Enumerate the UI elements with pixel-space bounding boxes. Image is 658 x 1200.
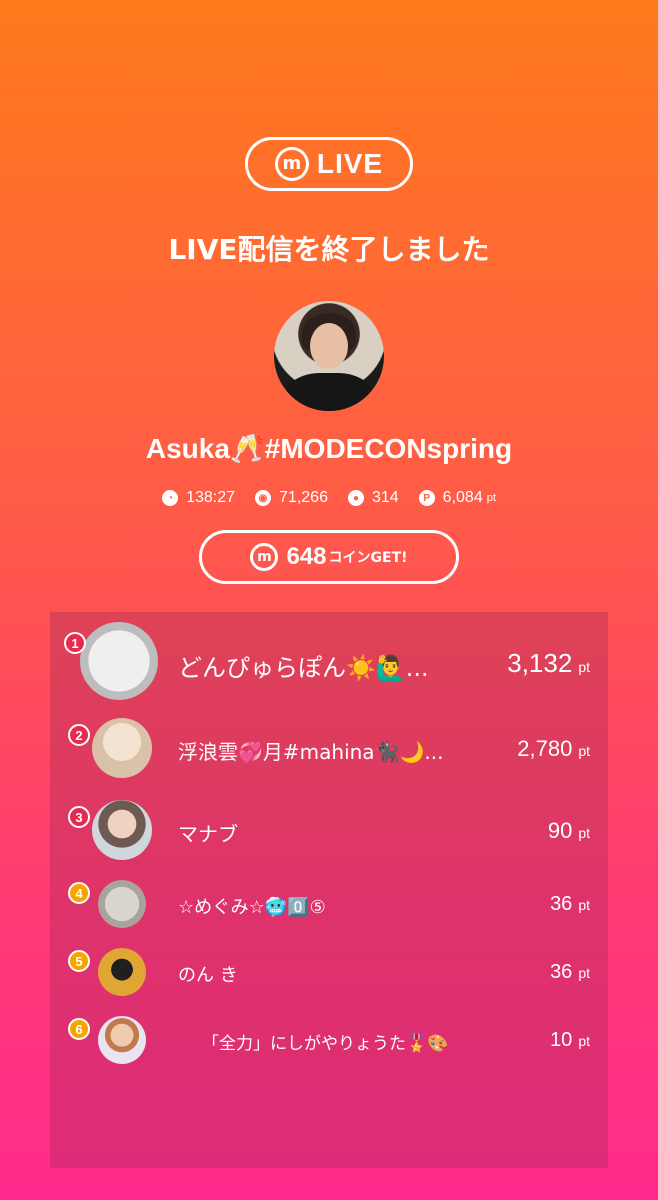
streamer-name: Asuka🥂#MODECONspring bbox=[145, 433, 513, 464]
rank-badge: 2 bbox=[68, 724, 90, 746]
ranking-row[interactable]: 6 「全力」にしがやりょうた🎖️🎨 10 pt bbox=[50, 1016, 608, 1064]
coin-amount: 648 bbox=[286, 543, 327, 570]
rank-name: 「全力」にしがやりょうた🎖️🎨 bbox=[202, 1034, 449, 1054]
avatar bbox=[98, 880, 146, 928]
points-unit: pt bbox=[578, 825, 590, 841]
points-unit: pt bbox=[578, 659, 590, 675]
coin-icon: m bbox=[250, 543, 279, 571]
ranking-row[interactable]: 2 浮浪雲💞月#mahina🐈‍⬛🌙... 2,780 pt bbox=[50, 718, 608, 778]
points-unit: pt bbox=[578, 897, 590, 913]
rank-badge: 6 bbox=[68, 1018, 90, 1040]
stat-duration: ◔ 138:27 bbox=[162, 489, 235, 507]
rank-points: 36 pt bbox=[550, 961, 590, 984]
rank-points: 90 pt bbox=[548, 818, 590, 844]
logo-text: LIVE bbox=[316, 148, 384, 179]
points-unit: pt bbox=[578, 1033, 590, 1049]
ranking-row[interactable]: 3 マナブ 90 pt bbox=[50, 800, 608, 860]
stats-bar: ◔ 138:27 ◉ 71,266 ● 314 P 6,084 pt bbox=[0, 489, 658, 507]
streamer-avatar[interactable] bbox=[274, 301, 384, 411]
points-value: 3,132 bbox=[507, 648, 573, 678]
coin-suffix: コインGET! bbox=[328, 550, 408, 566]
avatar bbox=[92, 718, 152, 778]
m-logo-icon: m bbox=[274, 147, 309, 181]
points-unit: pt bbox=[578, 965, 590, 981]
avatar bbox=[80, 622, 158, 700]
points-value: 10 bbox=[550, 1029, 573, 1051]
points-value: 36 bbox=[550, 961, 573, 983]
rank-badge: 3 bbox=[68, 806, 90, 828]
stat-viewers: ◉ 71,266 bbox=[255, 489, 328, 507]
ranking-row[interactable]: 1 どんぴゅらぽん☀️🙋‍♂️... 3,132 pt bbox=[50, 622, 608, 700]
page-title: LIVE配信を終了しました bbox=[168, 233, 490, 266]
points-value: 90 bbox=[547, 818, 573, 843]
rank-badge: 5 bbox=[68, 950, 90, 972]
viewers-icon: ◉ bbox=[255, 490, 272, 506]
rank-badge: 1 bbox=[64, 632, 86, 654]
rank-name: どんぴゅらぽん☀️🙋‍♂️... bbox=[178, 654, 429, 682]
points-icon: P bbox=[418, 490, 435, 506]
duration-value: 138:27 bbox=[186, 489, 236, 506]
rank-points: 36 pt bbox=[550, 893, 590, 916]
points-unit: pt bbox=[486, 492, 496, 504]
comments-icon: ● bbox=[347, 490, 364, 506]
rank-name: 浮浪雲💞月#mahina🐈‍⬛🌙... bbox=[178, 740, 444, 764]
ranking-row[interactable]: 4 ☆めぐみ☆🥶0️⃣⑤ 36 pt bbox=[50, 880, 608, 928]
rank-points: 10 pt bbox=[550, 1029, 590, 1052]
avatar bbox=[98, 1016, 146, 1064]
duration-icon: ◔ bbox=[162, 490, 179, 506]
points-value: 2,780 bbox=[517, 736, 573, 761]
points-value: 36 bbox=[550, 893, 573, 915]
stat-points: P 6,084 pt bbox=[418, 489, 496, 507]
coin-get-badge: m 648 コインGET! bbox=[199, 530, 459, 584]
viewers-value: 71,266 bbox=[279, 489, 328, 506]
rank-name: マナブ bbox=[178, 822, 238, 846]
points-value: 6,084 bbox=[442, 489, 483, 506]
app-logo: m LIVE bbox=[245, 137, 413, 191]
rank-name: のん き bbox=[178, 965, 238, 986]
ranking-row[interactable]: 5 のん き 36 pt bbox=[50, 948, 608, 996]
stat-comments: ● 314 bbox=[347, 489, 399, 507]
rank-badge: 4 bbox=[68, 882, 90, 904]
avatar bbox=[98, 948, 146, 996]
avatar bbox=[92, 800, 152, 860]
rank-points: 2,780 pt bbox=[517, 736, 590, 762]
points-unit: pt bbox=[578, 743, 590, 759]
ranking-list: 1 どんぴゅらぽん☀️🙋‍♂️... 3,132 pt 2 浮浪雲💞月#mahin… bbox=[50, 612, 608, 1168]
rank-points: 3,132 pt bbox=[507, 648, 590, 679]
comments-value: 314 bbox=[371, 489, 399, 506]
rank-name: ☆めぐみ☆🥶0️⃣⑤ bbox=[178, 897, 326, 918]
